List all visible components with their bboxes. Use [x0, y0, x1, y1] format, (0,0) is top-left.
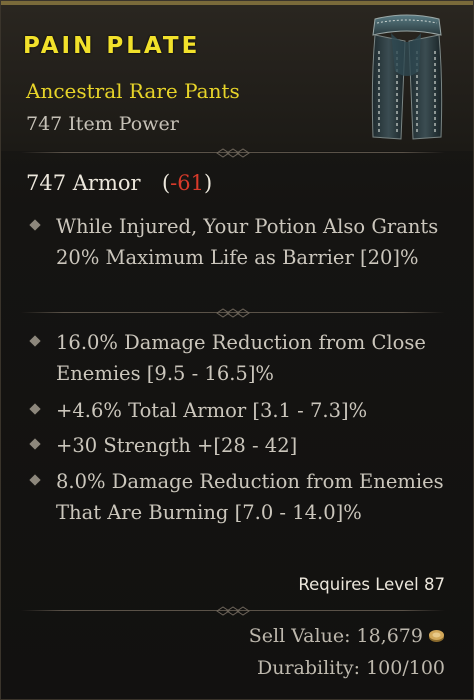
armor-delta: -61	[170, 171, 204, 195]
durability-value: Durability: 100/100	[256, 657, 445, 679]
affix-text: While Injured, Your Potion Also Grants 2…	[56, 215, 439, 269]
item-header: PAIN PLATE Ancestral Rare Pants 747 Item…	[1, 1, 473, 151]
item-type: Ancestral Rare Pants	[26, 79, 240, 103]
gold-coin-icon	[429, 630, 444, 642]
item-power: 747 Item Power	[26, 113, 179, 135]
diamond-bullet-icon	[29, 219, 41, 231]
sell-value: Sell Value: 18,679	[248, 625, 423, 647]
divider-ornament-icon	[216, 606, 250, 616]
plate-pants-icon	[371, 14, 443, 140]
armor-value: 747 Armor	[26, 171, 141, 195]
item-name: PAIN PLATE	[23, 33, 201, 59]
item-tooltip: PAIN PLATE Ancestral Rare Pants 747 Item…	[0, 0, 474, 700]
diamond-bullet-icon	[29, 474, 41, 486]
armor-stat: 747 Armor (-61)	[26, 171, 212, 195]
section-divider	[21, 605, 445, 617]
affix-text: 16.0% Damage Reduction from Close Enemie…	[56, 331, 426, 385]
diamond-bullet-icon	[29, 335, 41, 347]
affix-text: 8.0% Damage Reduction from Enemies That …	[56, 470, 444, 524]
affix-text: +4.6% Total Armor [3.1 - 7.3]%	[56, 399, 368, 422]
affix-text: +30 Strength +[28 - 42]	[56, 434, 298, 457]
diamond-bullet-icon	[29, 403, 41, 415]
divider-ornament-icon	[216, 148, 250, 158]
diamond-bullet-icon	[29, 438, 41, 450]
armor-close-paren: )	[203, 171, 213, 195]
divider-ornament-icon	[216, 308, 250, 318]
level-requirement: Requires Level 87	[298, 575, 445, 594]
section-divider	[21, 147, 445, 159]
armor-open-paren: (	[161, 171, 171, 195]
section-divider	[21, 307, 445, 319]
